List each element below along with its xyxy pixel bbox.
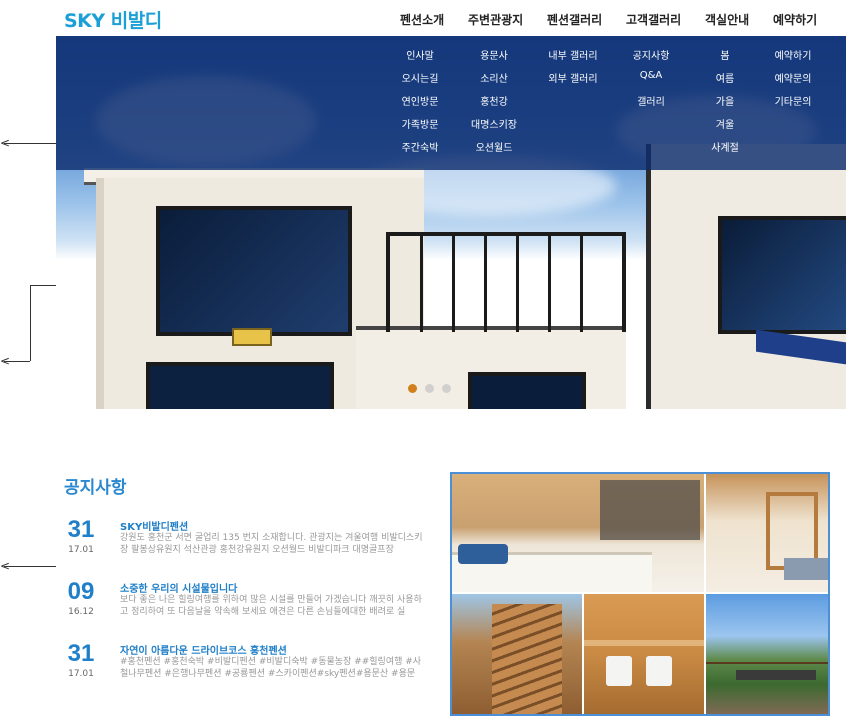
submenu-item[interactable]: Q&A [640,70,663,81]
notice-item[interactable]: 31 17.01 SKY비발디펜션 강원도 홍천군 서면 굴업리 135 번지 … [64,516,426,576]
photo-detail [492,604,562,714]
nav-item-room-info[interactable]: 객실안내 [705,11,749,28]
site-header: SKY 비발디 펜션소개 주변관광지 펜션갤러리 고객갤러리 객실안내 예약하기 [0,0,846,36]
submenu-item[interactable]: 외부 갤러리 [548,70,597,85]
gallery-photo-kitchen[interactable] [706,474,828,592]
submenu-item[interactable]: 예약하기 [775,47,812,62]
arrow-left-icon [4,566,56,567]
notice-title[interactable]: 자연이 아름다운 드라이브코스 홍천펜션 [120,642,287,657]
notice-day: 31 [67,640,95,667]
site-logo[interactable]: SKY 비발디 [64,6,162,33]
submenu-item[interactable]: 봄 [720,47,729,62]
railing-bar [548,236,551,332]
submenu-item[interactable]: 공지사항 [633,47,670,62]
submenu-item[interactable]: 인사말 [406,47,434,62]
photo-gallery [450,472,830,716]
notice-body: 강원도 홍천군 서면 굴업리 135 번지 소재합니다. 관광지는 겨울여행 비… [120,533,423,555]
notice-date: 17.01 [68,545,94,555]
building-window [156,206,352,336]
notice-title[interactable]: SKY비발디펜션 [120,518,188,533]
photo-detail [584,640,704,646]
nav-item-pension-intro[interactable]: 펜션소개 [400,11,444,28]
notice-title[interactable]: 소중한 우리의 시설물입니다 [120,580,237,595]
nav-item-customer-gallery[interactable]: 고객갤러리 [626,11,681,28]
nav-dropdown-panel: 인사말 오시는길 연인방문 가족방문 주간숙박 용문사 소리산 홍천강 대명스키… [56,36,846,170]
railing-bar [516,236,519,332]
building-window [146,362,334,409]
gallery-photo-terrace[interactable] [706,594,828,714]
notice-body: #홍천펜션 #홍천숙박 #비발디펜션 #비발디숙박 #동물농장 ##힐링여행 #… [120,657,422,679]
submenu-item[interactable]: 여름 [716,70,734,85]
arrow-connector [30,285,56,286]
slider-dot[interactable] [442,384,451,393]
arrow-left-icon: < [0,354,11,368]
nav-item-nearby-attractions[interactable]: 주변관광지 [468,11,523,28]
submenu-item[interactable]: 겨울 [716,116,734,131]
submenu-item[interactable]: 가족방문 [402,116,439,131]
railing-bar [452,236,455,332]
arrow-left-icon: < [0,559,11,573]
gallery-photo-bedroom[interactable] [452,474,704,592]
submenu-item[interactable]: 기타문의 [775,93,812,108]
wall-lamp [232,328,272,346]
arrow-left-icon: < [0,136,11,150]
notice-date: 16.12 [68,607,94,617]
submenu-item[interactable]: 사계절 [711,139,739,154]
slider-dot[interactable] [408,384,417,393]
gallery-photo-cups[interactable] [584,594,704,714]
notice-item[interactable]: 09 16.12 소중한 우리의 시설물입니다 보다 좋은 나은 힐링여행를 위… [64,578,426,638]
balcony-railing [386,232,626,332]
notice-section-title: 공지사항 [64,478,127,498]
submenu-item[interactable]: 내부 갤러리 [548,47,597,62]
submenu-item[interactable]: 주간숙박 [402,139,439,154]
hero-caption: 니다. [56,372,95,393]
submenu-item[interactable]: 소리산 [480,70,508,85]
slider-dot[interactable] [425,384,434,393]
submenu-item[interactable]: 홍천강 [480,93,508,108]
slider-pagination [408,378,459,397]
nav-item-reservation[interactable]: 예약하기 [773,11,817,28]
submenu-item[interactable]: 연인방문 [402,93,439,108]
submenu-item[interactable]: 용문사 [480,47,508,62]
photo-detail [646,656,672,686]
submenu-item[interactable]: 갤러리 [637,93,665,108]
submenu-item[interactable]: 예약문의 [775,70,812,85]
photo-detail [706,662,828,664]
nav-item-pension-gallery[interactable]: 펜션갤러리 [547,11,602,28]
notice-body: 보다 좋은 나은 힐링여행를 위하여 많은 시설를 만들어 가겠습니다 깨끗히 … [120,595,422,617]
notice-day: 09 [67,578,95,605]
submenu-item[interactable]: 오션월드 [476,139,513,154]
photo-detail [784,558,828,580]
photo-detail [736,670,816,680]
photo-detail [606,656,632,686]
gallery-photo-stairs[interactable] [452,594,582,714]
arrow-connector [30,285,31,361]
building-window [468,372,586,409]
submenu-item[interactable]: 오시는길 [402,70,439,85]
arrow-left-icon [4,143,56,144]
building-window [718,216,846,334]
notice-date: 17.01 [68,669,94,679]
railing-bar [420,236,423,332]
railing-bar [580,236,583,332]
notice-item[interactable]: 31 17.01 자연이 아름다운 드라이브코스 홍천펜션 #홍천펜션 #홍천숙… [64,640,426,700]
photo-detail [600,480,700,540]
photo-detail [458,544,508,564]
notice-day: 31 [67,516,95,543]
submenu-item[interactable]: 가을 [716,93,734,108]
railing-bar [484,236,487,332]
submenu-item[interactable]: 대명스키장 [471,116,517,131]
